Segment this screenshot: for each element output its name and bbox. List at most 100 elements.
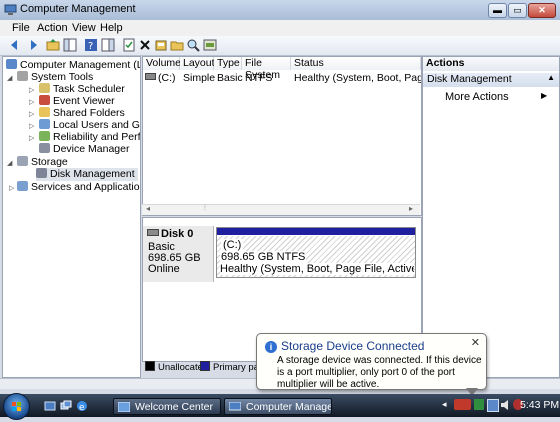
volume-list-horizontal-scrollbar[interactable]: ◂ ⦙ ▸	[142, 203, 420, 215]
column-header-file-system[interactable]: File System	[242, 57, 291, 81]
event-viewer-icon	[39, 95, 50, 105]
balloon-title: Storage Device Connected	[281, 339, 425, 353]
partition-type-bar	[217, 228, 415, 235]
menu-bar: File Action View Help	[0, 20, 560, 36]
expand-arrow-icon[interactable]: ▷	[29, 86, 34, 94]
partition-status: Healthy (System, Boot, Page File, Active…	[220, 263, 414, 275]
menu-view[interactable]: View	[72, 22, 96, 34]
taskbar-item-welcome-center[interactable]: Welcome Center	[113, 398, 221, 415]
show-hide-action-pane-icon[interactable]	[101, 38, 115, 52]
disk-icon	[36, 168, 47, 178]
disk-title: Disk 0	[147, 228, 193, 240]
computer-management-icon	[4, 4, 17, 15]
safely-remove-hardware-icon[interactable]	[474, 399, 484, 410]
collapse-arrow-icon[interactable]: ◢	[7, 74, 12, 82]
scroll-thumb-grip-icon[interactable]: ⦙	[204, 203, 206, 213]
legend-swatch	[200, 361, 210, 371]
back-icon[interactable]	[8, 38, 22, 52]
layout-cell: Simple	[183, 72, 216, 84]
delete-icon[interactable]	[138, 38, 152, 52]
type-cell: Basic	[217, 72, 243, 84]
scroll-left-arrow-icon[interactable]: ◂	[146, 204, 150, 213]
drive-icon	[145, 73, 156, 80]
volume-list: Volume Layout Type File System Status (C…	[142, 56, 422, 216]
minimize-button[interactable]: ▬	[488, 3, 507, 18]
actions-pane: Actions Disk Management ▲ More Actions ▶	[422, 56, 560, 378]
menu-file[interactable]: File	[12, 22, 30, 34]
column-header-type[interactable]: Type	[214, 57, 242, 70]
svg-text:?: ?	[88, 41, 93, 52]
column-header-layout[interactable]: Layout	[180, 57, 215, 70]
menu-action[interactable]: Action	[37, 22, 68, 34]
users-icon	[39, 119, 50, 129]
search-disk-icon[interactable]	[186, 38, 200, 52]
window-title: Computer Management	[20, 3, 136, 15]
antivirus-icon[interactable]	[454, 399, 471, 410]
tree-item-services-applications[interactable]: Services and Applications	[17, 181, 140, 194]
expand-arrow-icon[interactable]: ▷	[9, 184, 14, 192]
expand-arrow-icon[interactable]: ▷	[29, 122, 34, 130]
help-icon[interactable]: ?	[84, 38, 98, 52]
column-header-volume[interactable]: Volume	[143, 57, 181, 70]
up-folder-icon[interactable]	[46, 38, 60, 52]
collapse-arrow-icon[interactable]: ◢	[7, 159, 12, 167]
services-icon	[17, 181, 28, 191]
expand-arrow-icon[interactable]: ▷	[29, 110, 34, 118]
task-scheduler-icon	[39, 83, 50, 93]
legend-swatch	[145, 361, 155, 371]
collapse-up-icon[interactable]: ▲	[547, 73, 555, 82]
internet-explorer-icon[interactable]: e	[76, 400, 88, 412]
tree-item-device-manager[interactable]: Device Manager	[39, 143, 129, 156]
more-actions-link[interactable]: More Actions ▶	[445, 91, 547, 103]
scroll-right-arrow-icon[interactable]: ▸	[409, 204, 413, 213]
expand-arrow-icon[interactable]: ▷	[29, 134, 34, 142]
title-bar: Computer Management ▬ ▭ ✕	[0, 0, 560, 21]
toolbox-icon	[17, 71, 28, 81]
open-folder-icon[interactable]	[170, 38, 184, 52]
taskbar-clock[interactable]: 5:43 PM	[520, 399, 559, 411]
maximize-button[interactable]: ▭	[508, 3, 527, 18]
tray-expand-icon[interactable]: ◂	[442, 399, 447, 410]
switch-windows-icon[interactable]	[60, 400, 72, 412]
close-button[interactable]: ✕	[528, 3, 556, 18]
properties-icon[interactable]	[122, 38, 136, 52]
volume-cell: (C:)	[145, 72, 176, 84]
hard-disk-icon	[147, 229, 159, 236]
status-cell: Healthy (System, Boot, Page File,	[294, 72, 421, 84]
submenu-arrow-icon: ▶	[541, 91, 548, 100]
actions-header: Actions	[423, 57, 559, 71]
console-tree: Computer Management (Local ◢ System Tool…	[2, 56, 141, 378]
reliability-icon	[39, 131, 50, 141]
expand-arrow-icon[interactable]: ▷	[29, 98, 34, 106]
balloon-close-icon[interactable]: ✕	[471, 336, 480, 349]
forward-icon[interactable]	[26, 38, 40, 52]
menu-help[interactable]: Help	[100, 22, 123, 34]
notification-balloon[interactable]: i Storage Device Connected ✕ A storage d…	[256, 333, 487, 390]
refresh-icon[interactable]	[203, 38, 217, 52]
device-manager-icon	[39, 143, 50, 153]
balloon-text: A storage device was connected. If this …	[277, 355, 482, 390]
network-icon[interactable]	[487, 399, 499, 412]
show-desktop-icon[interactable]	[44, 400, 56, 412]
partition-c[interactable]: (C:) 698.65 GB NTFS Healthy (System, Boo…	[216, 227, 416, 278]
svg-text:e: e	[79, 403, 85, 412]
column-header-status[interactable]: Status	[291, 57, 421, 70]
partition-label: (C:)	[221, 239, 244, 251]
volume-icon[interactable]	[500, 399, 512, 411]
info-icon: i	[265, 341, 277, 353]
show-hide-console-tree-icon[interactable]	[63, 38, 77, 52]
actions-section-disk-management[interactable]: Disk Management ▲	[423, 73, 559, 87]
file-system-cell: NTFS	[245, 72, 273, 84]
disk-state: Online	[148, 263, 180, 275]
disk-0-info[interactable]: Disk 0 Basic 698.65 GB Online	[143, 226, 214, 282]
partition-size: 698.65 GB NTFS	[220, 251, 307, 263]
storage-icon	[17, 156, 28, 166]
start-button[interactable]	[3, 393, 30, 420]
taskbar-item-computer-management[interactable]: Computer Manage...	[224, 398, 332, 415]
legend-item-unallocated: Unallocated	[145, 361, 208, 373]
welcome-center-icon	[118, 402, 130, 412]
tree-item-disk-management[interactable]: Disk Management	[36, 168, 138, 181]
windows-logo-icon	[12, 402, 21, 411]
check-disk-icon[interactable]	[154, 38, 168, 52]
toolbar: ?	[0, 36, 560, 56]
